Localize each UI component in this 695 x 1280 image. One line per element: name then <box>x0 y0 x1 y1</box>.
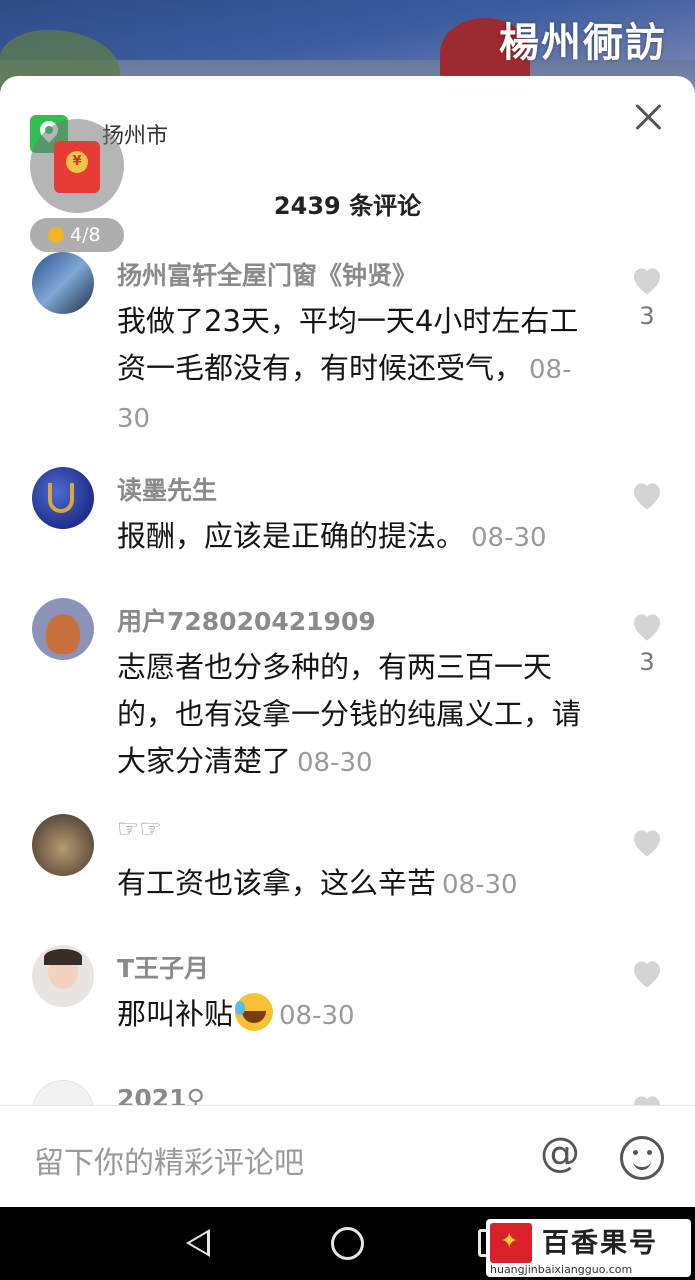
comment-date: 08-30 <box>297 748 373 778</box>
comment-text: 志愿者也分多种的，有两三百一天的，也有没拿一分钱的纯属义工，请大家分清楚了 08-… <box>117 644 597 787</box>
comment-username[interactable]: 读墨先生 <box>117 471 217 507</box>
comment-sheet: 扬州市 ¥ 4/8 2439 条评论 扬州富轩全屋门窗《钟贤》 我做了23天，平… <box>0 76 695 1207</box>
progress-text: 4/8 <box>70 224 101 246</box>
brand-logo-icon <box>490 1223 532 1263</box>
avatar[interactable] <box>32 252 94 314</box>
heart-icon <box>633 268 661 295</box>
comment-body: 我做了23天，平均一天4小时左右工资一毛都没有，有时候还受气， <box>117 304 579 385</box>
like-button[interactable] <box>627 479 667 517</box>
comment-input-bar[interactable]: 留下你的精彩评论吧 @ <box>0 1105 695 1207</box>
app-screen: 楊州衕訪 扬州市 ¥ 4/8 2439 条评论 扬州富轩全屋门窗《钟贤》 我做了… <box>0 0 695 1280</box>
avatar[interactable] <box>32 598 94 660</box>
comment-input[interactable]: 留下你的精彩评论吧 <box>34 1138 304 1182</box>
comment-username[interactable]: 用户728020421909 <box>117 602 376 638</box>
avatar[interactable] <box>32 814 94 876</box>
like-count: 3 <box>639 302 655 330</box>
avatar[interactable] <box>32 945 94 1007</box>
heart-icon <box>633 961 661 988</box>
close-icon[interactable] <box>633 102 663 132</box>
comment-username[interactable]: T王子月 <box>117 949 209 985</box>
like-button[interactable]: 3 <box>627 610 667 676</box>
comment-username[interactable]: ☞☞ <box>117 814 162 843</box>
hair-shape <box>44 949 82 965</box>
comment-text: 报酬，应该是正确的提法。 08-30 <box>117 513 617 562</box>
brand-watermark: 百香果号 huangjinbaixiangguo.com <box>486 1219 691 1277</box>
avatar[interactable] <box>32 467 94 529</box>
comment-date: 08-30 <box>471 523 547 553</box>
comment-date: 08-30 <box>442 870 518 900</box>
yuan-coin-icon: ¥ <box>66 151 88 173</box>
heart-icon <box>633 614 661 641</box>
brand-name: 百香果号 <box>542 1228 658 1259</box>
progress-pill: 4/8 <box>30 218 124 252</box>
back-icon[interactable] <box>186 1229 210 1257</box>
video-watermark: 楊州衕訪 <box>499 19 667 66</box>
comment-count-title: 2439 条评论 <box>273 192 422 220</box>
comment-username[interactable]: 扬州富轩全屋门窗《钟贤》 <box>117 256 417 292</box>
bird-shape <box>46 614 80 654</box>
comment-body: 报酬，应该是正确的提法。 <box>117 519 466 553</box>
heart-icon <box>633 830 661 857</box>
mention-button[interactable]: @ <box>540 1130 580 1176</box>
comment-text: 那叫补贴 08-30 <box>117 991 597 1040</box>
comment-body: 有工资也该拿，这么辛苦 <box>117 866 437 900</box>
like-button[interactable] <box>627 826 667 864</box>
comment-text: 有工资也该拿，这么辛苦 08-30 <box>117 860 597 909</box>
smiley-icon[interactable] <box>620 1136 664 1180</box>
comment-date: 08-30 <box>279 1001 355 1031</box>
comment-text: 我做了23天，平均一天4小时左右工资一毛都没有，有时候还受气， 08-30 <box>117 298 597 443</box>
like-button[interactable]: 3 <box>627 264 667 330</box>
heart-icon <box>633 483 661 510</box>
like-button[interactable] <box>627 957 667 995</box>
brand-url: huangjinbaixiangguo.com <box>490 1263 633 1276</box>
gold-coin-icon <box>48 227 64 243</box>
home-icon[interactable] <box>331 1227 364 1260</box>
saxophone-shape <box>48 483 74 513</box>
like-count: 3 <box>639 648 655 676</box>
laugh-cry-emoji-icon <box>235 993 274 1031</box>
comment-body: 那叫补贴 <box>117 997 234 1031</box>
